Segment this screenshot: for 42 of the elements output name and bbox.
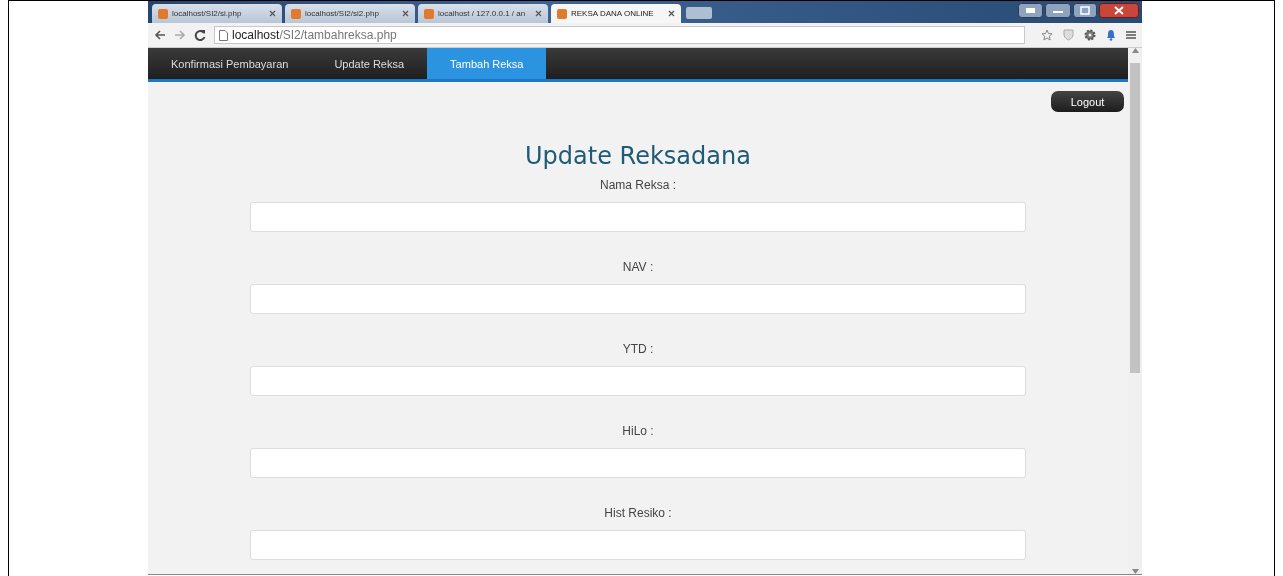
- field-label: Nama Reksa :: [600, 178, 676, 192]
- close-icon[interactable]: [402, 10, 409, 17]
- reload-icon[interactable]: [194, 29, 206, 41]
- logout-button[interactable]: Logout: [1051, 91, 1124, 112]
- input-field[interactable]: [250, 530, 1026, 560]
- gear-icon[interactable]: [1084, 29, 1096, 41]
- close-icon[interactable]: [668, 10, 675, 17]
- scrollbar-thumb[interactable]: [1130, 63, 1140, 373]
- menu-icon[interactable]: [1126, 30, 1136, 40]
- input-field[interactable]: [250, 366, 1026, 396]
- page-heading: Update Reksadana: [525, 142, 751, 170]
- browser-tab[interactable]: localhost/SI2/si.php: [152, 4, 282, 23]
- url-text: localhost/SI2/tambahreksa.php: [232, 28, 397, 42]
- browser-tab[interactable]: REKSA DANA ONLINE: [551, 4, 681, 23]
- forward-icon[interactable]: [174, 29, 186, 41]
- scroll-down-icon[interactable]: [1131, 569, 1139, 574]
- favicon-icon: [291, 8, 301, 19]
- field-label: YTD :: [622, 342, 654, 356]
- maximize-button[interactable]: [1073, 3, 1097, 18]
- favicon-icon: [557, 8, 567, 19]
- address-bar[interactable]: localhost/SI2/tambahreksa.php: [214, 26, 1025, 44]
- user-button[interactable]: [1018, 3, 1043, 18]
- input-field[interactable]: [250, 284, 1026, 314]
- back-icon[interactable]: [154, 29, 166, 41]
- minimize-button[interactable]: [1045, 3, 1071, 18]
- input-field[interactable]: [250, 448, 1026, 478]
- field-label: NAV :: [622, 260, 654, 274]
- field-label: Hist Resiko :: [604, 506, 672, 520]
- favicon-icon: [424, 8, 434, 19]
- favicon-icon: [158, 8, 168, 19]
- close-icon[interactable]: [535, 10, 542, 17]
- input-field[interactable]: [250, 202, 1026, 232]
- page-icon: [219, 29, 228, 41]
- nav-tab[interactable]: Update Reksa: [311, 48, 428, 79]
- browser-tab[interactable]: localhost / 127.0.0.1 / an: [418, 4, 548, 23]
- star-icon[interactable]: [1041, 29, 1053, 41]
- field-label: HiLo :: [622, 424, 654, 438]
- close-button[interactable]: [1099, 3, 1139, 18]
- bell-icon[interactable]: [1106, 29, 1116, 41]
- close-icon[interactable]: [269, 10, 276, 17]
- nav-tab[interactable]: Konfirmasi Pembayaran: [148, 48, 312, 79]
- browser-tab[interactable]: localhost/SI2/si2.php: [285, 4, 415, 23]
